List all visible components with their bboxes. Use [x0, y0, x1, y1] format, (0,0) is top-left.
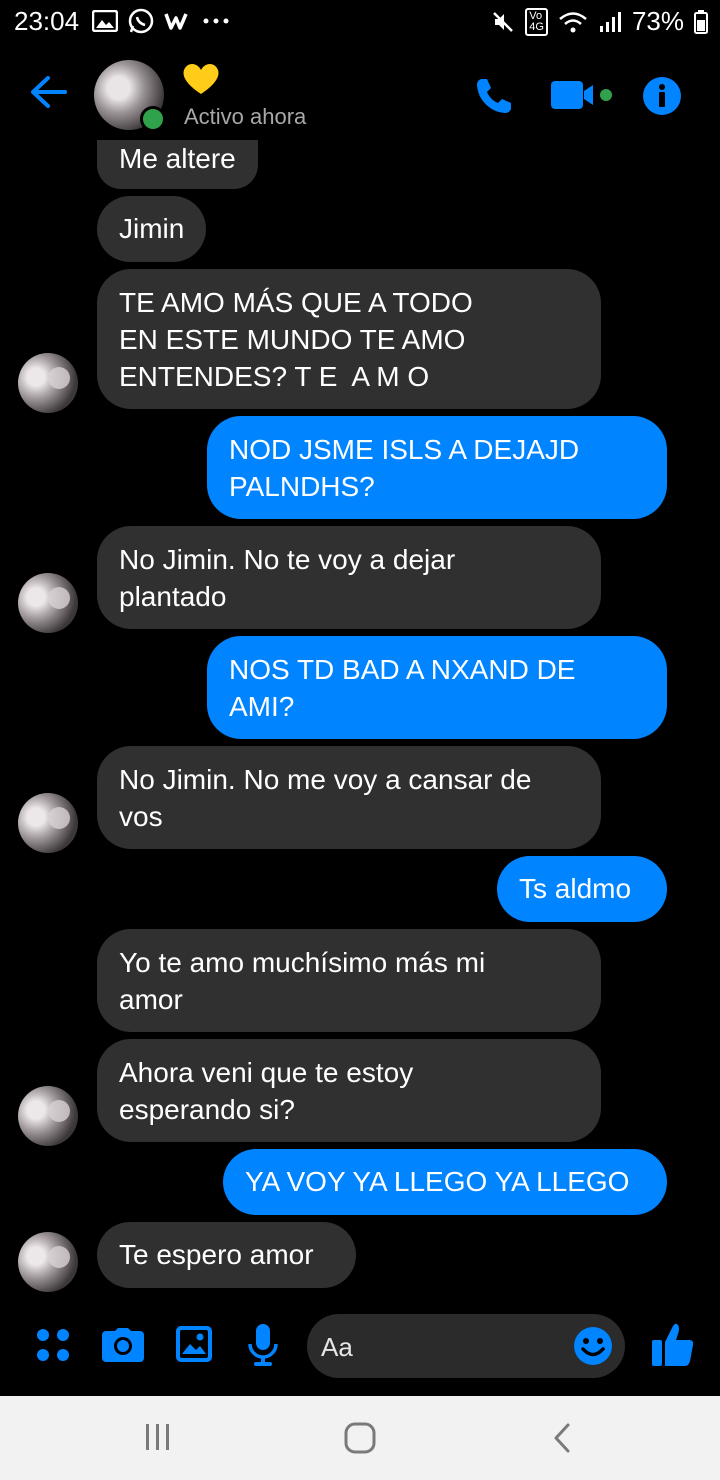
message-line: AMI? [229, 691, 295, 722]
message-line: TE AMO MÁS QUE A TODO [119, 287, 473, 318]
sender-avatar[interactable] [18, 573, 78, 633]
incoming-message[interactable]: Ahora veni que te estoy esperando si? [97, 1039, 601, 1142]
message-line: Yo te amo muchísimo más mi [119, 947, 486, 978]
message-line: No Jimin. No me voy a cansar de [119, 764, 532, 795]
incoming-message[interactable]: Yo te amo muchísimo más mi amor [97, 929, 601, 1032]
gallery-icon[interactable] [176, 1326, 212, 1362]
incoming-message[interactable]: No Jimin. No me voy a cansar de vos [97, 746, 601, 849]
nav-back-icon[interactable] [552, 1422, 572, 1454]
message-text: Jimin [119, 213, 185, 244]
outgoing-message[interactable]: NOD JSME ISLS A DEJAJD PALNDHS? [207, 416, 667, 519]
microphone-icon[interactable] [248, 1324, 278, 1366]
camera-icon[interactable] [102, 1328, 144, 1362]
emoji-icon[interactable] [573, 1326, 613, 1366]
outgoing-message[interactable]: Ts aldmo [497, 856, 667, 922]
incoming-message[interactable]: Te espero amor [97, 1222, 356, 1288]
message-line: NOS TD BAD A NXAND DE [229, 654, 576, 685]
outgoing-message[interactable]: NOS TD BAD A NXAND DE AMI? [207, 636, 667, 739]
message-composer: Aa [0, 1310, 720, 1390]
sender-avatar[interactable] [18, 1232, 78, 1292]
message-line: EN ESTE MUNDO TE AMO [119, 324, 466, 355]
message-line: vos [119, 801, 163, 832]
incoming-message[interactable]: Jimin [97, 196, 207, 262]
message-line: No Jimin. No te voy a dejar [119, 544, 456, 575]
nav-home-icon[interactable] [344, 1422, 376, 1454]
incoming-message[interactable]: Me altere [97, 140, 258, 189]
apps-icon[interactable] [36, 1328, 70, 1362]
message-input[interactable]: Aa [307, 1314, 625, 1378]
sender-avatar[interactable] [18, 793, 78, 853]
nav-recents-icon[interactable] [144, 1424, 172, 1450]
message-line: amor [119, 984, 183, 1015]
message-line: Ahora veni que te estoy [119, 1057, 414, 1088]
message-input-placeholder: Aa [321, 1332, 353, 1362]
outgoing-message[interactable]: YA VOY YA LLEGO YA LLEGO [223, 1149, 667, 1215]
message-line: plantado [119, 581, 227, 612]
message-line: ENTENDES? T E A M O [119, 361, 430, 392]
system-navigation-bar [0, 1396, 720, 1480]
thumbs-up-icon[interactable] [652, 1322, 694, 1366]
incoming-message[interactable]: TE AMO MÁS QUE A TODO EN ESTE MUNDO TE A… [97, 269, 601, 409]
message-text: Te espero amor [119, 1239, 314, 1270]
sender-avatar[interactable] [18, 1086, 78, 1146]
message-text: Me altere [119, 143, 236, 174]
message-line: PALNDHS? [229, 471, 375, 502]
message-thread[interactable]: Me altere Jimin TE AMO MÁS QUE A TODO EN… [0, 0, 720, 1480]
message-line: NOD JSME ISLS A DEJAJD [229, 434, 580, 465]
incoming-message[interactable]: No Jimin. No te voy a dejar plantado [97, 526, 601, 629]
message-text: YA VOY YA LLEGO YA LLEGO [245, 1166, 630, 1197]
sender-avatar[interactable] [18, 353, 78, 413]
message-line: esperando si? [119, 1094, 295, 1125]
message-text: Ts aldmo [519, 873, 632, 904]
